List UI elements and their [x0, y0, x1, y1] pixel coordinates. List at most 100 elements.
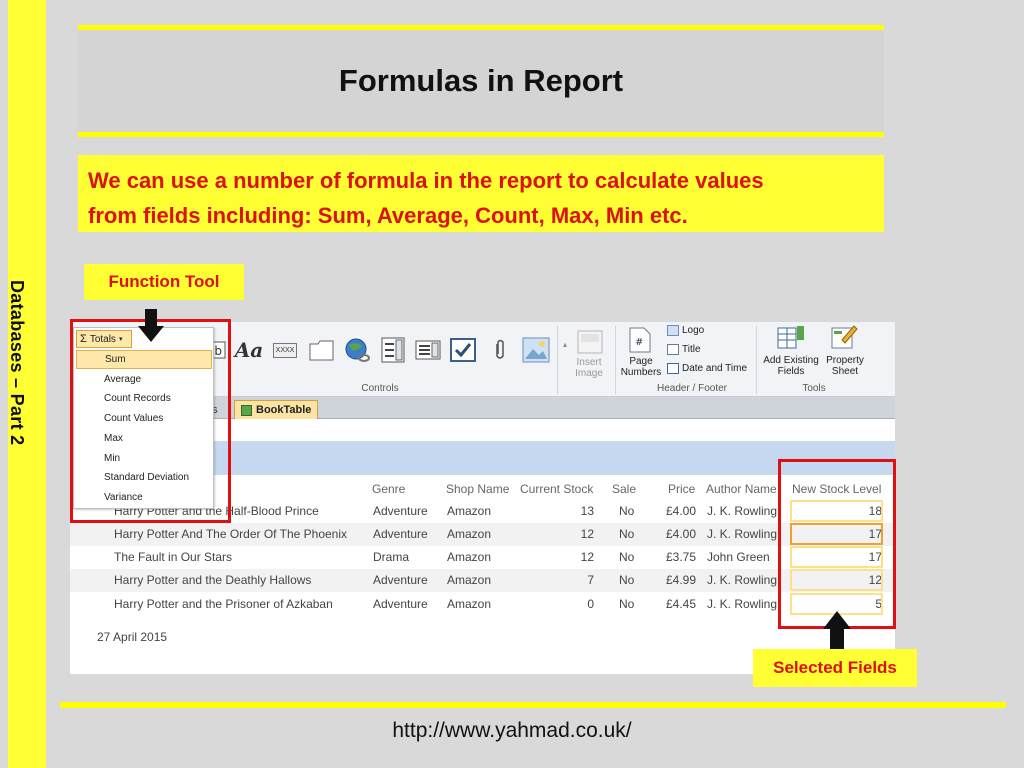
report-date: 27 April 2015 [97, 630, 168, 644]
calendar-icon [667, 363, 679, 374]
tab-control-icon[interactable] [307, 336, 337, 364]
property-sheet-line1: Property [826, 355, 864, 366]
cell-price: £4.00 [665, 527, 696, 541]
tab-booktable[interactable]: BookTable [234, 400, 319, 419]
footer-line [60, 702, 1006, 708]
svg-text:#: # [635, 337, 643, 348]
controls-group-label: Controls [361, 383, 399, 394]
label-aa-icon[interactable]: Aa [233, 336, 265, 364]
cell-stock: 13 [580, 504, 594, 518]
globe-icon[interactable] [341, 336, 373, 364]
cell-stock: 7 [587, 573, 594, 587]
cell-shop: Amazon [447, 504, 492, 518]
table-row: Harry Potter and the Prisoner of Azkaban… [70, 593, 895, 616]
attachment-icon[interactable] [488, 336, 512, 364]
col-sale: Sale [612, 482, 637, 496]
cell-shop: Amazon [447, 597, 492, 611]
xxxx-button-label: XXXX [272, 342, 298, 358]
image-icon[interactable] [520, 336, 552, 364]
arrow-up-icon [823, 611, 851, 652]
cell-author: John Green [707, 550, 770, 564]
gallery-scroll-icon[interactable]: ▴ [560, 330, 570, 358]
intro-text-box: We can use a number of formula in the re… [78, 155, 884, 232]
function-tool-label: Function Tool [84, 264, 244, 300]
col-shop-name: Shop Name [446, 482, 510, 496]
add-existing-line1: Add Existing [763, 355, 819, 366]
cell-title: Harry Potter and the Deathly Hallows [114, 573, 312, 587]
cell-shop: Amazon [447, 573, 492, 587]
tab-booktable-label: BookTable [256, 404, 312, 416]
add-existing-fields-label[interactable]: Add Existing Fields [760, 355, 822, 377]
title-label: Title [682, 344, 701, 355]
cell-genre: Adventure [373, 597, 428, 611]
ribbon-separator [557, 326, 558, 394]
ribbon-separator [615, 326, 616, 394]
col-genre: Genre [372, 482, 406, 496]
add-existing-line2: Fields [777, 366, 805, 377]
page-numbers-line2: Numbers [620, 367, 662, 378]
ribbon-separator [756, 326, 757, 394]
footer-url[interactable]: http://www.yahmad.co.uk/ [0, 719, 1024, 743]
cell-author: J. K. Rowling [707, 573, 778, 587]
cell-title: Harry Potter and the Prisoner of Azkaban [114, 597, 333, 611]
cell-price: £4.99 [665, 573, 696, 587]
cell-genre: Adventure [373, 527, 428, 541]
property-sheet-line2: Sheet [831, 366, 859, 377]
intro-line-1: We can use a number of formula in the re… [88, 168, 764, 193]
function-tool-highlight [70, 319, 231, 523]
cell-shop: Amazon [447, 550, 492, 564]
arrow-down-icon [138, 309, 164, 342]
cell-sale: No [619, 527, 635, 541]
selected-fields-highlight [778, 459, 896, 629]
cell-sale: No [619, 550, 635, 564]
selected-fields-label: Selected Fields [753, 649, 917, 687]
cell-stock: 12 [580, 550, 594, 564]
page-numbers-icon[interactable]: # [625, 326, 655, 354]
cell-author: J. K. Rowling [707, 597, 778, 611]
insert-image-line1: Insert [576, 357, 602, 368]
insert-image-icon[interactable] [575, 328, 605, 356]
cell-stock: 0 [587, 597, 594, 611]
cell-genre: Drama [373, 550, 410, 564]
list-box-icon[interactable] [413, 336, 443, 364]
date-time-label: Date and Time [682, 363, 748, 374]
table-icon[interactable] [775, 324, 807, 352]
logo-icon [667, 325, 679, 336]
cell-title: The Fault in Our Stars [114, 550, 233, 564]
table-row: Harry Potter and the Deathly Hallows Adve… [70, 569, 895, 592]
cell-sale: No [619, 504, 635, 518]
table-row: The Fault in Our Stars Drama Amazon 12 No £3.… [70, 546, 895, 569]
checkbox-icon[interactable] [448, 336, 478, 364]
combo-box-icon[interactable] [378, 336, 408, 364]
date-time-button[interactable]: Date and Time [667, 363, 747, 374]
title-band: Formulas in Report [78, 25, 884, 137]
col-price: Price [668, 482, 696, 496]
button-control-icon[interactable]: XXXX [270, 336, 300, 364]
cell-sale: No [619, 597, 635, 611]
logo-label: Logo [682, 325, 705, 336]
cell-author: J. K. Rowling [707, 504, 778, 518]
page-numbers-line1: Page [629, 356, 653, 367]
cell-price: £4.45 [665, 597, 696, 611]
cell-price: £4.00 [665, 504, 696, 518]
cell-author: J. K. Rowling [707, 527, 778, 541]
insert-image-label[interactable]: Insert Image [568, 357, 610, 379]
col-current-stock: Current Stock [520, 482, 594, 496]
title-button[interactable]: Title [667, 344, 701, 355]
cell-sale: No [619, 573, 635, 587]
tools-group-label: Tools [802, 383, 826, 394]
page-title: Formulas in Report [338, 63, 624, 98]
col-author-name: Author Name [706, 482, 777, 496]
table-row: Harry Potter And The Order Of The Phoeni… [70, 523, 895, 546]
insert-image-line2: Image [575, 368, 603, 379]
property-sheet-label[interactable]: Property Sheet [820, 355, 870, 377]
cell-genre: Adventure [373, 573, 428, 587]
logo-button[interactable]: Logo [667, 325, 704, 336]
page-numbers-label[interactable]: Page Numbers [618, 356, 664, 378]
cell-price: £3.75 [665, 550, 696, 564]
cell-genre: Adventure [373, 504, 428, 518]
cell-stock: 12 [580, 527, 594, 541]
cell-title: Harry Potter And The Order Of The Phoeni… [114, 527, 348, 541]
property-sheet-icon[interactable] [828, 322, 860, 350]
sidebar-title: Databases – Part 2 [7, 280, 27, 446]
